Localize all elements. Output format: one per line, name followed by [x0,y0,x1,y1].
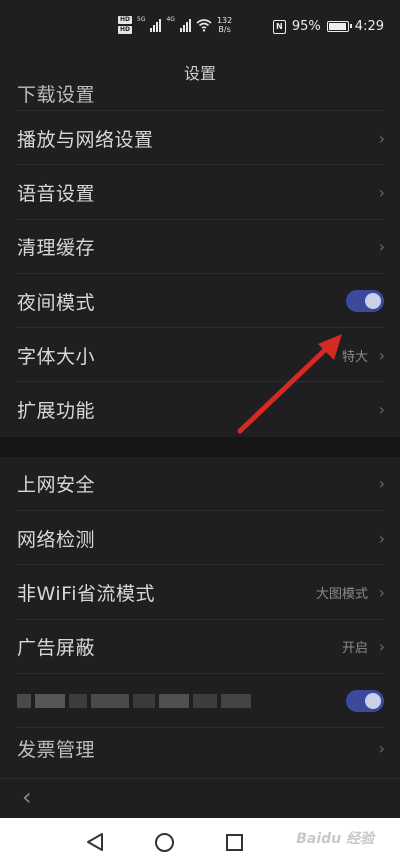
list-item-playback-network[interactable]: 播放与网络设置 › [0,111,400,166]
list-item-label: 上网安全 [17,474,96,497]
blurred-label [17,694,255,709]
list-item-label: 扩展功能 [17,400,96,423]
status-bar: HD HD 5G 4G 132 B/s N 95% 4:29 [0,0,400,58]
battery-percent: 95% [291,19,321,34]
wifi-icon [196,19,212,32]
list-item-extensions[interactable]: 扩展功能 › [0,382,400,436]
signal-bars-2-icon [179,18,191,32]
list-item-label: 下载设置 [17,84,96,106]
section-divider [0,436,400,457]
nfc-icon: N [272,19,286,34]
list-item-label: 播放与网络设置 [17,128,154,151]
watermark: Baidu 经验 [296,831,374,847]
toggle-knob [365,693,381,710]
list-item-label: 夜间模式 [17,291,96,314]
chevron-right-icon: › [378,738,385,758]
back-arrow-icon[interactable]: ‹ [22,783,32,811]
chevron-right-icon: › [378,182,385,202]
font-size-value: 特大 [341,349,368,365]
list-item-invoice-management[interactable]: 发票管理 › [0,728,400,768]
hd-badges: HD HD [118,16,132,34]
speed-value: 132 [216,16,233,25]
night-mode-toggle[interactable] [346,290,384,313]
list-item-label: 广告屏蔽 [17,637,96,660]
list-item-network-check[interactable]: 网络检测 › [0,511,400,566]
toggle-knob [365,293,381,310]
list-item-voice-settings[interactable]: 语音设置 › [0,165,400,220]
clock: 4:29 [354,19,384,34]
list-item-label: 非WiFi省流模式 [17,583,155,606]
signal-group: HD HD 5G 4G 132 B/s [118,16,232,34]
speed-unit: B/s [218,25,231,34]
list-item-label: 语音设置 [17,182,96,205]
hd-badge-1: HD [118,16,132,24]
list-item-label: 网络检测 [17,528,96,551]
network-type-1: 5G [137,16,146,23]
nav-back-icon[interactable] [86,832,104,852]
nav-recents-icon[interactable] [226,834,243,851]
list-item-night-mode: 夜间模式 [0,274,400,329]
chevron-right-icon: › [378,128,385,148]
chevron-right-icon: › [378,528,385,548]
network-speed: 132 B/s [217,16,232,34]
status-right: N 95% 4:29 [272,19,384,34]
chevron-right-icon: › [378,583,385,603]
list-item-download-settings[interactable]: 下载设置 [0,76,400,111]
hd-badge-2: HD [118,26,132,34]
list-item-label: 发票管理 [17,738,96,761]
chevron-right-icon: › [378,400,385,420]
list-item-label: 清理缓存 [17,237,96,260]
list-item-non-wifi-saver[interactable]: 非WiFi省流模式 大图模式 › [0,565,400,620]
nav-home-icon[interactable] [155,833,174,852]
list-item-blurred [0,674,400,729]
list-item-font-size[interactable]: 字体大小 特大 › [0,328,400,383]
screen: HD HD 5G 4G 132 B/s N 95% 4:29 设置 下载设置 播… [0,0,400,866]
chevron-right-icon: › [378,474,385,494]
list-item-ad-block[interactable]: 广告屏蔽 开启 › [0,620,400,675]
list-item-clear-cache[interactable]: 清理缓存 › [0,220,400,275]
settings-list: 下载设置 播放与网络设置 › 语音设置 › 清理缓存 › 夜间模式 字体大小 特… [0,76,400,768]
battery-icon [326,21,352,32]
bottom-toolbar: ‹ [0,778,400,816]
blurred-setting-toggle[interactable] [346,690,384,713]
non-wifi-mode-value: 大图模式 [315,587,368,603]
ad-block-value: 开启 [341,641,368,657]
system-nav-bar: Baidu 经验 [0,818,400,866]
list-item-internet-security[interactable]: 上网安全 › [0,457,400,512]
chevron-right-icon: › [378,237,385,257]
list-item-label: 字体大小 [17,345,96,368]
chevron-right-icon: › [378,637,385,657]
network-type-2: 4G [166,16,175,23]
signal-bars-1-icon [150,18,162,32]
chevron-right-icon: › [378,345,385,365]
